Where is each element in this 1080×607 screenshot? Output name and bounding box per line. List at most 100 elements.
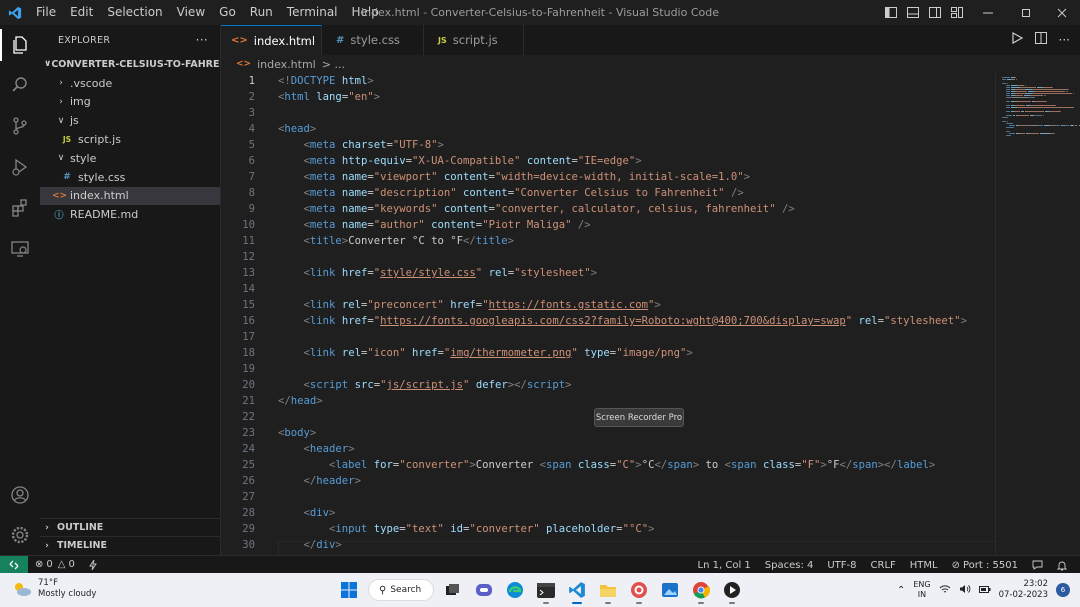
menu-run[interactable]: Run bbox=[244, 0, 281, 25]
code-line[interactable]: 30 </div> bbox=[221, 537, 1001, 553]
folder-icon[interactable] bbox=[596, 578, 620, 604]
screen-recorder-icon[interactable] bbox=[627, 578, 651, 604]
extensions-icon[interactable] bbox=[0, 188, 40, 228]
menu-edit[interactable]: Edit bbox=[64, 0, 101, 25]
remote-explorer-icon[interactable] bbox=[0, 229, 40, 269]
vscode-icon[interactable] bbox=[565, 578, 589, 604]
breadcrumb-file[interactable]: index.html bbox=[257, 58, 316, 71]
code-line[interactable]: 24 <header> bbox=[221, 441, 1001, 457]
minimize-icon[interactable] bbox=[968, 0, 1008, 25]
timeline-section[interactable]: › TIMELINE bbox=[40, 536, 221, 554]
outline-section[interactable]: › OUTLINE bbox=[40, 518, 221, 536]
search-icon[interactable] bbox=[0, 65, 40, 105]
more-actions-icon[interactable]: ··· bbox=[1059, 33, 1070, 47]
tree-file-index-html[interactable]: <> index.html bbox=[40, 186, 220, 206]
notification-badge[interactable]: 6 bbox=[1056, 583, 1070, 597]
code-line[interactable]: 15 <link rel="preconcert" href="https://… bbox=[221, 297, 1001, 313]
weather-widget[interactable]: 71°F Mostly cloudy bbox=[12, 578, 96, 600]
close-icon[interactable] bbox=[1044, 0, 1080, 25]
tree-file-readme-md[interactable]: ⓘ README.md bbox=[40, 205, 220, 224]
code-line[interactable]: 29 <input type="text" id="converter" pla… bbox=[221, 521, 1001, 537]
encoding[interactable]: UTF-8 bbox=[820, 560, 863, 571]
tree-file-style-css[interactable]: # style.css bbox=[40, 168, 220, 187]
battery-icon[interactable] bbox=[978, 585, 991, 596]
terminal-icon[interactable] bbox=[534, 578, 558, 604]
code-line[interactable]: 27 bbox=[221, 489, 1001, 505]
media-player-icon[interactable] bbox=[720, 578, 744, 604]
code-line[interactable]: 16 <link href="https://fonts.googleapis.… bbox=[221, 313, 1001, 329]
volume-icon[interactable] bbox=[959, 584, 971, 596]
toggle-secondary-sidebar-icon[interactable] bbox=[924, 0, 946, 25]
code-line[interactable]: 9 <meta name="keywords" content="convert… bbox=[221, 201, 1001, 217]
tab-script-js[interactable]: JS script.js bbox=[424, 25, 524, 55]
code-line[interactable]: 21 </head> bbox=[221, 393, 1001, 409]
menu-selection[interactable]: Selection bbox=[101, 0, 170, 25]
source-control-icon[interactable] bbox=[0, 106, 40, 146]
settings-gear-icon[interactable] bbox=[0, 515, 40, 555]
problems-indicator[interactable]: ⊗ 0 △ 0 bbox=[28, 559, 82, 570]
feedback-icon[interactable] bbox=[1025, 560, 1050, 570]
minimap[interactable] bbox=[996, 73, 1080, 555]
remote-icon[interactable] bbox=[0, 555, 28, 574]
clock[interactable]: 23:02 07-02-2023 bbox=[999, 579, 1048, 601]
code-line[interactable]: 23 <body> bbox=[221, 425, 1001, 441]
code-line[interactable]: 19 bbox=[221, 361, 1001, 377]
teams-chat-icon[interactable] bbox=[472, 578, 496, 602]
show-hidden-icons-chevron-icon[interactable]: ⌃ bbox=[897, 585, 905, 596]
code-line[interactable]: 6 <meta http-equiv="X-UA-Compatible" con… bbox=[221, 153, 1001, 169]
tree-folder-img[interactable]: › img bbox=[40, 93, 220, 112]
menu-file[interactable]: File bbox=[30, 0, 64, 25]
tab-index-html[interactable]: <> index.html ✕ bbox=[221, 25, 334, 55]
run-file-icon[interactable] bbox=[1011, 31, 1023, 48]
code-line[interactable]: 4 <head> bbox=[221, 121, 1001, 137]
explorer-more-actions-icon[interactable]: ··· bbox=[196, 33, 208, 47]
chrome-icon[interactable] bbox=[689, 578, 713, 604]
code-line[interactable]: 5 <meta charset="UTF-8"> bbox=[221, 137, 1001, 153]
photos-icon[interactable] bbox=[658, 578, 682, 602]
menu-go[interactable]: Go bbox=[213, 0, 244, 25]
menu-view[interactable]: View bbox=[171, 0, 213, 25]
code-line[interactable]: 14 bbox=[221, 281, 1001, 297]
run-debug-icon[interactable] bbox=[0, 147, 40, 187]
notifications-bell-icon[interactable] bbox=[1050, 560, 1074, 571]
menu-help[interactable]: Help bbox=[346, 0, 387, 25]
tree-folder-style[interactable]: ∨ style bbox=[40, 149, 220, 168]
code-line[interactable]: 11 <title>Converter °C to °F</title> bbox=[221, 233, 1001, 249]
live-server-port[interactable]: ⊘ Port : 5501 bbox=[945, 560, 1025, 571]
toggle-primary-sidebar-icon[interactable] bbox=[880, 0, 902, 25]
code-line[interactable]: 8 <meta name="description" content="Conv… bbox=[221, 185, 1001, 201]
indentation[interactable]: Spaces: 4 bbox=[758, 560, 821, 571]
end-of-line[interactable]: CRLF bbox=[864, 560, 903, 571]
code-line[interactable]: 20 <script src="js/script.js" defer></sc… bbox=[221, 377, 1001, 393]
code-line[interactable]: 17 bbox=[221, 329, 1001, 345]
code-editor[interactable]: 1 <!DOCTYPE html> 2 <html lang="en"> 3 4 <head… bbox=[221, 73, 1080, 555]
input-language[interactable]: ENG IN bbox=[913, 580, 930, 600]
wifi-icon[interactable] bbox=[939, 584, 951, 596]
language-mode[interactable]: HTML bbox=[903, 560, 945, 571]
code-line[interactable]: 26 </header> bbox=[221, 473, 1001, 489]
customize-layout-icon[interactable] bbox=[946, 0, 968, 25]
live-share-icon[interactable] bbox=[82, 559, 104, 570]
code-line[interactable]: 1 <!DOCTYPE html> bbox=[221, 73, 1001, 89]
code-line[interactable]: 12 bbox=[221, 249, 1001, 265]
code-line[interactable]: 7 <meta name="viewport" content="width=d… bbox=[221, 169, 1001, 185]
windows-start-icon[interactable] bbox=[337, 578, 361, 602]
project-root-folder[interactable]: ∨ CONVERTER-CELSIUS-TO-FAHREN... bbox=[40, 55, 220, 74]
tree-folder-vscode[interactable]: › .vscode bbox=[40, 74, 220, 93]
code-line[interactable]: 25 <label for="converter">Converter <spa… bbox=[221, 457, 1001, 473]
task-view-icon[interactable] bbox=[441, 578, 465, 602]
edge-icon[interactable] bbox=[503, 578, 527, 602]
tree-file-script-js[interactable]: JS script.js bbox=[40, 130, 220, 149]
code-line[interactable]: 13 <link href="style/style.css" rel="sty… bbox=[221, 265, 1001, 281]
split-editor-icon[interactable] bbox=[1034, 32, 1047, 48]
code-line[interactable]: 2 <html lang="en"> bbox=[221, 89, 1001, 105]
cursor-position[interactable]: Ln 1, Col 1 bbox=[691, 560, 758, 571]
toggle-panel-icon[interactable] bbox=[902, 0, 924, 25]
code-line[interactable]: 10 <meta name="author" content="Piotr Ma… bbox=[221, 217, 1001, 233]
taskbar-search[interactable]: ⚲ Search bbox=[368, 579, 434, 601]
maximize-icon[interactable] bbox=[1008, 0, 1044, 25]
tree-folder-js[interactable]: ∨ js bbox=[40, 111, 220, 130]
code-line[interactable]: 18 <link rel="icon" href="img/thermomete… bbox=[221, 345, 1001, 361]
menu-terminal[interactable]: Terminal bbox=[281, 0, 346, 25]
code-line[interactable]: 28 <div> bbox=[221, 505, 1001, 521]
